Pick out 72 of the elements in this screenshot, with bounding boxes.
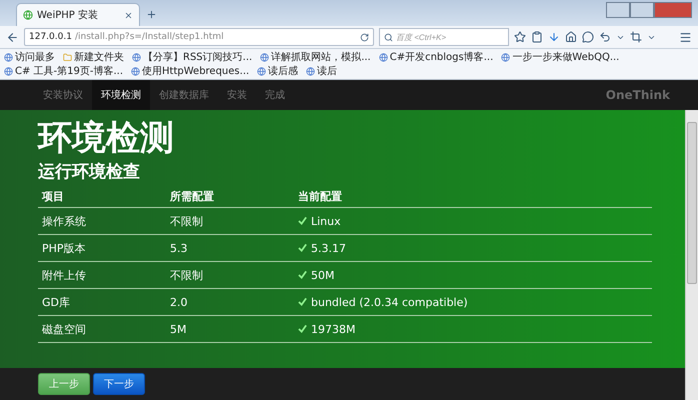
globe-icon [501, 52, 510, 62]
crop-icon[interactable] [630, 31, 642, 43]
address-field[interactable]: 127.0.0.1 /install.php?s=/Install/step1.html [24, 28, 374, 46]
table-cell: GD库 [38, 288, 166, 316]
close-icon[interactable] [124, 10, 133, 20]
table-cell: Linux [294, 208, 652, 234]
table-cell: 2.0 [166, 288, 294, 316]
maximize-button[interactable] [630, 2, 654, 18]
bookmark-item[interactable]: 读后 [306, 64, 338, 78]
step-tab[interactable]: 安装 [218, 80, 256, 110]
step-tab[interactable]: 安装协议 [34, 80, 92, 110]
globe-icon [4, 52, 13, 62]
table-cell: 操作系统 [38, 208, 166, 234]
bookmark-item[interactable]: 使用HttpWebreques... [131, 64, 250, 78]
folder-icon [63, 52, 72, 62]
globe-icon [23, 10, 33, 20]
table-cell: 5.3.17 [294, 234, 652, 262]
bookmark-item[interactable]: 【分享】RSS订阅技巧... [132, 50, 252, 64]
table-cell: 磁盘空间 [38, 316, 166, 342]
table-cell: 50M [294, 262, 652, 288]
bookmark-item[interactable]: 访问最多 [4, 50, 55, 64]
table-cell: 不限制 [166, 208, 294, 234]
check-icon [298, 296, 307, 306]
column-header: 当前配置 [294, 186, 652, 208]
globe-icon [131, 66, 140, 76]
minimize-button[interactable] [606, 2, 630, 18]
new-tab-icon[interactable] [146, 9, 157, 20]
table-cell: 19738M [294, 316, 652, 342]
column-header: 所需配置 [166, 186, 294, 208]
reload-icon[interactable] [360, 32, 369, 42]
brand-logo: OneThink [606, 88, 670, 102]
back-icon[interactable] [6, 30, 19, 44]
globe-icon [4, 66, 13, 76]
browser-tab[interactable]: WeiPHP 安装 [16, 3, 140, 26]
scrollbar[interactable] [685, 110, 698, 400]
globe-icon [132, 52, 141, 62]
star-icon[interactable] [514, 31, 526, 43]
check-icon [298, 242, 307, 252]
bookmark-item[interactable]: 一步一步来做WebQQ... [501, 50, 620, 64]
clipboard-icon[interactable] [531, 31, 543, 43]
chat-icon[interactable] [582, 31, 594, 43]
bookmark-item[interactable]: 详解抓取网站，模拟... [260, 50, 371, 64]
page-title: 环境检测 [38, 117, 175, 160]
download-icon[interactable] [548, 31, 560, 43]
bookmark-item[interactable]: 读后感 [257, 64, 298, 78]
bookmark-item[interactable]: 新建文件夹 [63, 50, 124, 64]
table-cell: 不限制 [166, 262, 294, 288]
menu-icon[interactable] [679, 30, 692, 44]
globe-icon [378, 52, 388, 62]
globe-icon [260, 52, 270, 62]
step-button[interactable]: 下一步 [93, 373, 145, 395]
table-cell: PHP版本 [38, 234, 166, 262]
search-field[interactable]: 百度 <Ctrl+K> [379, 28, 509, 46]
bookmark-item[interactable]: C# 工具-第19页-博客... [4, 64, 124, 78]
globe-icon [257, 66, 266, 76]
bookmark-item[interactable]: C#开发cnblogs博客... [378, 50, 494, 64]
undo-icon[interactable] [599, 31, 611, 43]
check-icon [298, 216, 307, 224]
globe-icon [306, 66, 316, 76]
column-header: 项目 [38, 186, 166, 208]
search-icon [384, 32, 393, 42]
section-title: 运行环境检查 [38, 161, 141, 184]
table-cell: 5.3 [166, 234, 294, 262]
table-cell: 5M [166, 316, 294, 342]
table-cell: bundled (2.0.34 compatible) [294, 288, 652, 316]
step-tab[interactable]: 环境检测 [92, 80, 150, 110]
step-tab[interactable]: 完成 [256, 80, 294, 110]
check-icon [298, 270, 307, 278]
table-cell: 附件上传 [38, 262, 166, 288]
home-icon[interactable] [565, 31, 577, 43]
step-tab[interactable]: 创建数据库 [150, 80, 218, 110]
check-icon [298, 324, 307, 332]
